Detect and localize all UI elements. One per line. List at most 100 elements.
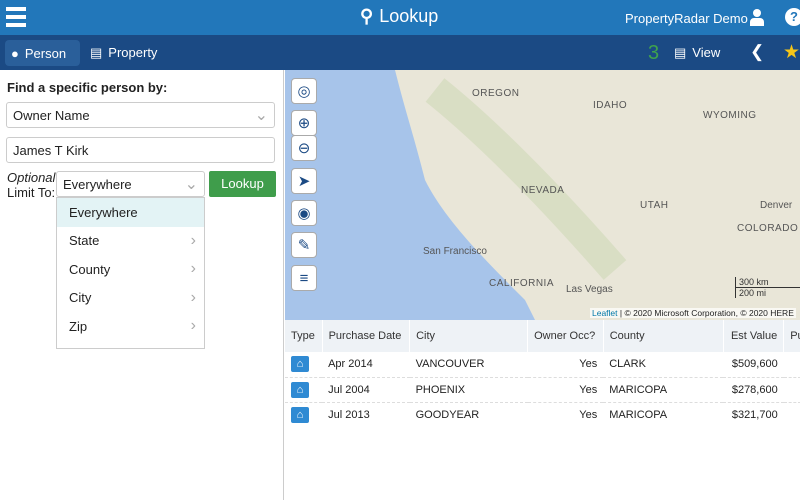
- optional-label: Optional: [7, 170, 56, 185]
- map-label: Las Vegas: [566, 284, 613, 295]
- map-label: San Francisco: [423, 246, 487, 257]
- col-purchase-date[interactable]: Purchase Date: [322, 320, 411, 352]
- chevron-right-icon: ›: [190, 288, 196, 306]
- col-city[interactable]: City: [409, 320, 529, 352]
- cell: MARICOPA: [609, 408, 668, 421]
- tab-label: Property: [108, 45, 158, 60]
- results-table: Type Purchase Date City Owner Occ? Count…: [285, 320, 800, 427]
- account-name[interactable]: PropertyRadar Demo: [625, 11, 748, 26]
- option-label: Zip: [69, 318, 88, 334]
- limit-dropdown: Everywhere State › County › City › Zip ›: [56, 197, 205, 349]
- chevron-right-icon: ›: [190, 231, 196, 249]
- star-icon[interactable]: ★: [783, 41, 800, 64]
- share-icon[interactable]: ❮: [750, 42, 764, 62]
- building-icon: ▤: [90, 45, 103, 60]
- view-label: View: [692, 45, 721, 60]
- tab-label: Person: [24, 45, 67, 61]
- cell: Yes: [527, 352, 604, 378]
- map-label: CALIFORNIA: [489, 278, 555, 289]
- cell: Yes: [579, 408, 598, 421]
- ruler-icon[interactable]: ✎: [291, 232, 317, 258]
- table-row[interactable]: ⌂ Jul 2013 GOODYEAR Yes MARICOPA $321,700: [285, 402, 800, 427]
- search-by-select[interactable]: Owner Name ⌄: [6, 102, 275, 128]
- scale-km: 300 km: [736, 277, 800, 288]
- cell: PHOENIX: [409, 377, 528, 403]
- lookup-button[interactable]: Lookup: [209, 171, 276, 197]
- col-owner-occ[interactable]: Owner Occ?: [527, 320, 604, 352]
- sub-nav: ● Person ▤ Property 3 ▤ View ❮ ★: [0, 35, 800, 70]
- scale-bar: 300 km 200 mi: [735, 277, 800, 298]
- option-label: City: [69, 290, 92, 306]
- map-label: IDAHO: [593, 100, 628, 111]
- search-icon: ⚲: [360, 6, 374, 26]
- leaflet-link[interactable]: Leaflet: [592, 308, 618, 318]
- name-input[interactable]: James T Kirk: [6, 137, 275, 163]
- cell: $509,600: [723, 352, 784, 378]
- cell: GOODYEAR: [415, 408, 480, 421]
- col-type[interactable]: Type: [285, 320, 323, 352]
- result-count: 3: [648, 42, 660, 64]
- option-county[interactable]: County ›: [57, 255, 204, 284]
- layers-icon[interactable]: ≡: [291, 265, 317, 291]
- menu-icon[interactable]: [6, 7, 26, 27]
- chevron-right-icon: ›: [190, 317, 196, 335]
- cell: $278,600: [723, 377, 784, 403]
- zoom-in-icon[interactable]: ⊕: [291, 110, 317, 136]
- map-label: Denver: [760, 200, 793, 211]
- home-icon: ⌂: [291, 406, 309, 423]
- option-zip[interactable]: Zip ›: [57, 312, 204, 341]
- page-title: ⚲ Lookup: [360, 6, 438, 27]
- title-text: Lookup: [379, 6, 439, 26]
- cell: MARICOPA: [603, 377, 724, 403]
- view-button[interactable]: ▤ View: [674, 45, 720, 61]
- option-everywhere[interactable]: Everywhere: [57, 198, 204, 227]
- home-icon: ⌂: [291, 356, 309, 373]
- map-label: COLORADO: [737, 223, 799, 234]
- scale-mi: 200 mi: [739, 288, 767, 298]
- top-bar: ⚲ Lookup PropertyRadar Demo ?: [0, 0, 800, 35]
- table-row[interactable]: ⌂ Jul 2004 PHOENIX Yes MARICOPA $278,600: [285, 377, 800, 403]
- chevron-down-icon: ⌄: [254, 107, 268, 124]
- option-label: County: [69, 261, 111, 277]
- limit-label: Limit To:: [7, 185, 56, 200]
- table-header: Type Purchase Date City Owner Occ? Count…: [285, 320, 800, 352]
- cell: Apr 2014: [322, 352, 410, 378]
- option-label: State: [69, 233, 100, 249]
- person-icon: ●: [11, 45, 19, 61]
- tab-property[interactable]: ▤ Property: [90, 45, 157, 61]
- option-city[interactable]: City ›: [57, 284, 204, 313]
- attribution: Leaflet | © 2020 Microsoft Corporation, …: [590, 308, 796, 318]
- globe-icon[interactable]: ◉: [291, 200, 317, 226]
- chevron-down-icon: ⌄: [184, 176, 198, 193]
- form-heading: Find a specific person by:: [7, 80, 168, 95]
- attribution-text: | © 2020 Microsoft Corporation, © 2020 H…: [619, 308, 794, 318]
- home-icon: ⌂: [291, 381, 309, 398]
- name-value: James T Kirk: [13, 142, 89, 158]
- option-label: Everywhere: [69, 204, 138, 220]
- col-county[interactable]: County: [603, 320, 724, 352]
- help-icon[interactable]: ?: [785, 8, 800, 26]
- cell: $321,700: [731, 408, 778, 421]
- tab-person[interactable]: ● Person: [5, 40, 80, 66]
- map-view-icon: ▤: [674, 45, 687, 60]
- col-purchase[interactable]: Pur: [783, 320, 800, 352]
- map[interactable]: OREGON IDAHO WYOMING NEVADA UTAH Denver …: [285, 70, 800, 320]
- cell: Jul 2013: [328, 408, 370, 421]
- table-row[interactable]: ⌂ Apr 2014 VANCOUVER Yes CLARK $509,600: [285, 352, 800, 378]
- search-by-value: Owner Name: [13, 107, 90, 123]
- map-label: WYOMING: [703, 110, 757, 121]
- cell: VANCOUVER: [409, 352, 528, 378]
- user-icon[interactable]: [750, 9, 764, 26]
- limit-value: Everywhere: [63, 176, 132, 192]
- map-label: OREGON: [472, 88, 520, 99]
- cell: Yes: [527, 377, 604, 403]
- option-state[interactable]: State ›: [57, 227, 204, 256]
- zoom-out-icon[interactable]: ⊖: [291, 135, 317, 161]
- col-est-value[interactable]: Est Value: [723, 320, 785, 352]
- limit-select[interactable]: Everywhere ⌄: [56, 171, 205, 197]
- locate-person-icon[interactable]: ◎: [291, 78, 317, 104]
- map-label: NEVADA: [521, 185, 565, 196]
- cell: Jul 2004: [322, 377, 410, 403]
- navigate-icon[interactable]: ➤: [291, 168, 317, 194]
- chevron-right-icon: ›: [190, 260, 196, 278]
